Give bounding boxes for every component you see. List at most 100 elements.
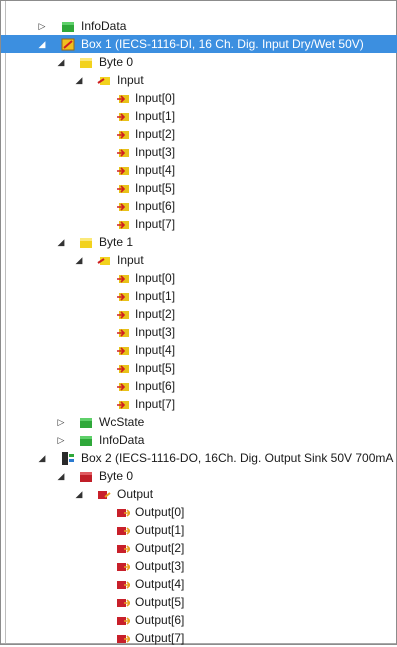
input-group-icon	[97, 74, 111, 87]
input-variable-icon	[116, 92, 130, 105]
tree-node-label: InfoData	[81, 19, 127, 33]
tree-node-box2[interactable]: ◢ Box 2 (IECS-1116-DO, 16Ch. Dig. Output…	[1, 449, 397, 467]
tree-node-input[interactable]: Input[2]	[1, 125, 397, 143]
tree-node-output[interactable]: Output[7]	[1, 629, 397, 647]
tree-node-output[interactable]: Output[2]	[1, 539, 397, 557]
tree-node-input[interactable]: Input[3]	[1, 143, 397, 161]
tree-node-label: Input[4]	[135, 163, 176, 177]
tree-node-input[interactable]: Input[5]	[1, 359, 397, 377]
tree-node-byte1[interactable]: ◢ Byte 1	[1, 233, 397, 251]
tree-node-output[interactable]: Output[3]	[1, 557, 397, 575]
tree-node-input[interactable]: Input[7]	[1, 215, 397, 233]
tree-node-label: Input[7]	[135, 397, 176, 411]
tree-node-output[interactable]: Output[0]	[1, 503, 397, 521]
tree-node-input[interactable]: Input[6]	[1, 197, 397, 215]
tree-node-label: Input[7]	[135, 217, 176, 231]
green-box-icon	[79, 416, 93, 429]
terminal-box-icon	[61, 38, 75, 51]
expand-expanded-icon[interactable]: ◢	[56, 53, 66, 71]
tree-node-label: Output[6]	[135, 613, 185, 627]
tree-node-input-group[interactable]: ◢ Input	[1, 71, 397, 89]
tree-node-label: Output[4]	[135, 577, 185, 591]
expand-expanded-icon[interactable]: ◢	[37, 449, 47, 467]
input-variable-icon	[116, 380, 130, 393]
tree-view-frame: ▷ InfoData ◢ Box 1 (IECS-1116-DI, 16 Ch.…	[0, 0, 397, 645]
tree-node-input[interactable]: Input[4]	[1, 341, 397, 359]
tree-node-output[interactable]: Output[5]	[1, 593, 397, 611]
expand-collapsed-icon[interactable]: ▷	[56, 413, 66, 431]
tree-node-input[interactable]: Input[3]	[1, 323, 397, 341]
tree-node-label: Input[6]	[135, 199, 176, 213]
tree-node-label: Input[3]	[135, 145, 176, 159]
tree-node-output[interactable]: Output[1]	[1, 521, 397, 539]
tree-node-label: Input[1]	[135, 289, 176, 303]
tree-node-label: Input[4]	[135, 343, 176, 357]
output-variable-icon	[116, 560, 130, 573]
tree-node-input[interactable]: Input[5]	[1, 179, 397, 197]
tree-node-label: Output	[117, 487, 154, 501]
tree-node-label: Output[0]	[135, 505, 185, 519]
expand-expanded-icon[interactable]: ◢	[74, 485, 84, 503]
tree-node-input[interactable]: Input[2]	[1, 305, 397, 323]
input-variable-icon	[116, 164, 130, 177]
tree-node-input[interactable]: Input[0]	[1, 89, 397, 107]
tree-node-label: Input	[117, 73, 144, 87]
input-variable-icon	[116, 344, 130, 357]
tree-node-byte0[interactable]: ◢ Byte 0	[1, 53, 397, 71]
tree-node-label: Input	[117, 253, 144, 267]
input-variable-icon	[116, 362, 130, 375]
tree-node-input[interactable]: Input[1]	[1, 287, 397, 305]
tree-node-label: Byte 0	[99, 469, 134, 483]
tree-node-label: Output[1]	[135, 523, 185, 537]
input-variable-icon	[116, 218, 130, 231]
expand-expanded-icon[interactable]: ◢	[74, 251, 84, 269]
input-variable-icon	[116, 272, 130, 285]
green-box-icon	[79, 434, 93, 447]
input-variable-icon	[116, 128, 130, 141]
output-variable-icon	[116, 614, 130, 627]
expand-expanded-icon[interactable]: ◢	[56, 233, 66, 251]
tree-node-wcstate[interactable]: ▷ WcState	[1, 413, 397, 431]
tree-node-input-group[interactable]: ◢ Input	[1, 251, 397, 269]
input-variable-icon	[116, 182, 130, 195]
tree-node-label: WcState	[99, 415, 145, 429]
input-variable-icon	[116, 200, 130, 213]
tree-node-input[interactable]: Input[1]	[1, 107, 397, 125]
tree-node-infodata-top[interactable]: ▷ InfoData	[1, 17, 397, 35]
output-variable-icon	[116, 578, 130, 591]
input-variable-icon	[116, 110, 130, 123]
expand-collapsed-icon[interactable]: ▷	[56, 431, 66, 449]
tree-node-box1[interactable]: ◢ Box 1 (IECS-1116-DI, 16 Ch. Dig. Input…	[1, 35, 397, 53]
tree-node-output-group[interactable]: ◢ Output	[1, 485, 397, 503]
tree-node-label: Input[3]	[135, 325, 176, 339]
output-variable-icon	[116, 524, 130, 537]
tree-node-label: Input[2]	[135, 127, 176, 141]
tree-node-input[interactable]: Input[6]	[1, 377, 397, 395]
expand-collapsed-icon[interactable]: ▷	[37, 17, 47, 35]
expand-expanded-icon[interactable]: ◢	[56, 467, 66, 485]
tree-node-label: Output[3]	[135, 559, 185, 573]
tree-node-input[interactable]: Input[7]	[1, 395, 397, 413]
tree-node-byte0-output[interactable]: ◢ Byte 0	[1, 467, 397, 485]
tree-node-label: Input[0]	[135, 271, 176, 285]
input-variable-icon	[116, 308, 130, 321]
output-variable-icon	[116, 596, 130, 609]
tree-node-label: Byte 1	[99, 235, 134, 249]
tree-node-label: Input[5]	[135, 361, 176, 375]
tree-node-infodata[interactable]: ▷ InfoData	[1, 431, 397, 449]
output-group-icon	[97, 488, 111, 501]
expand-expanded-icon[interactable]: ◢	[74, 71, 84, 89]
expand-expanded-icon[interactable]: ◢	[37, 35, 47, 53]
tree-node-label: Input[0]	[135, 91, 176, 105]
tree-node-label: InfoData	[99, 433, 145, 447]
tree-node-output[interactable]: Output[6]	[1, 611, 397, 629]
output-variable-icon	[116, 506, 130, 519]
io-tree: ▷ InfoData ◢ Box 1 (IECS-1116-DI, 16 Ch.…	[1, 17, 397, 647]
output-variable-icon	[116, 542, 130, 555]
tree-node-output[interactable]: Output[4]	[1, 575, 397, 593]
tree-node-label: Input[6]	[135, 379, 176, 393]
input-variable-icon	[116, 398, 130, 411]
tree-node-input[interactable]: Input[0]	[1, 269, 397, 287]
tree-node-input[interactable]: Input[4]	[1, 161, 397, 179]
input-variable-icon	[116, 146, 130, 159]
